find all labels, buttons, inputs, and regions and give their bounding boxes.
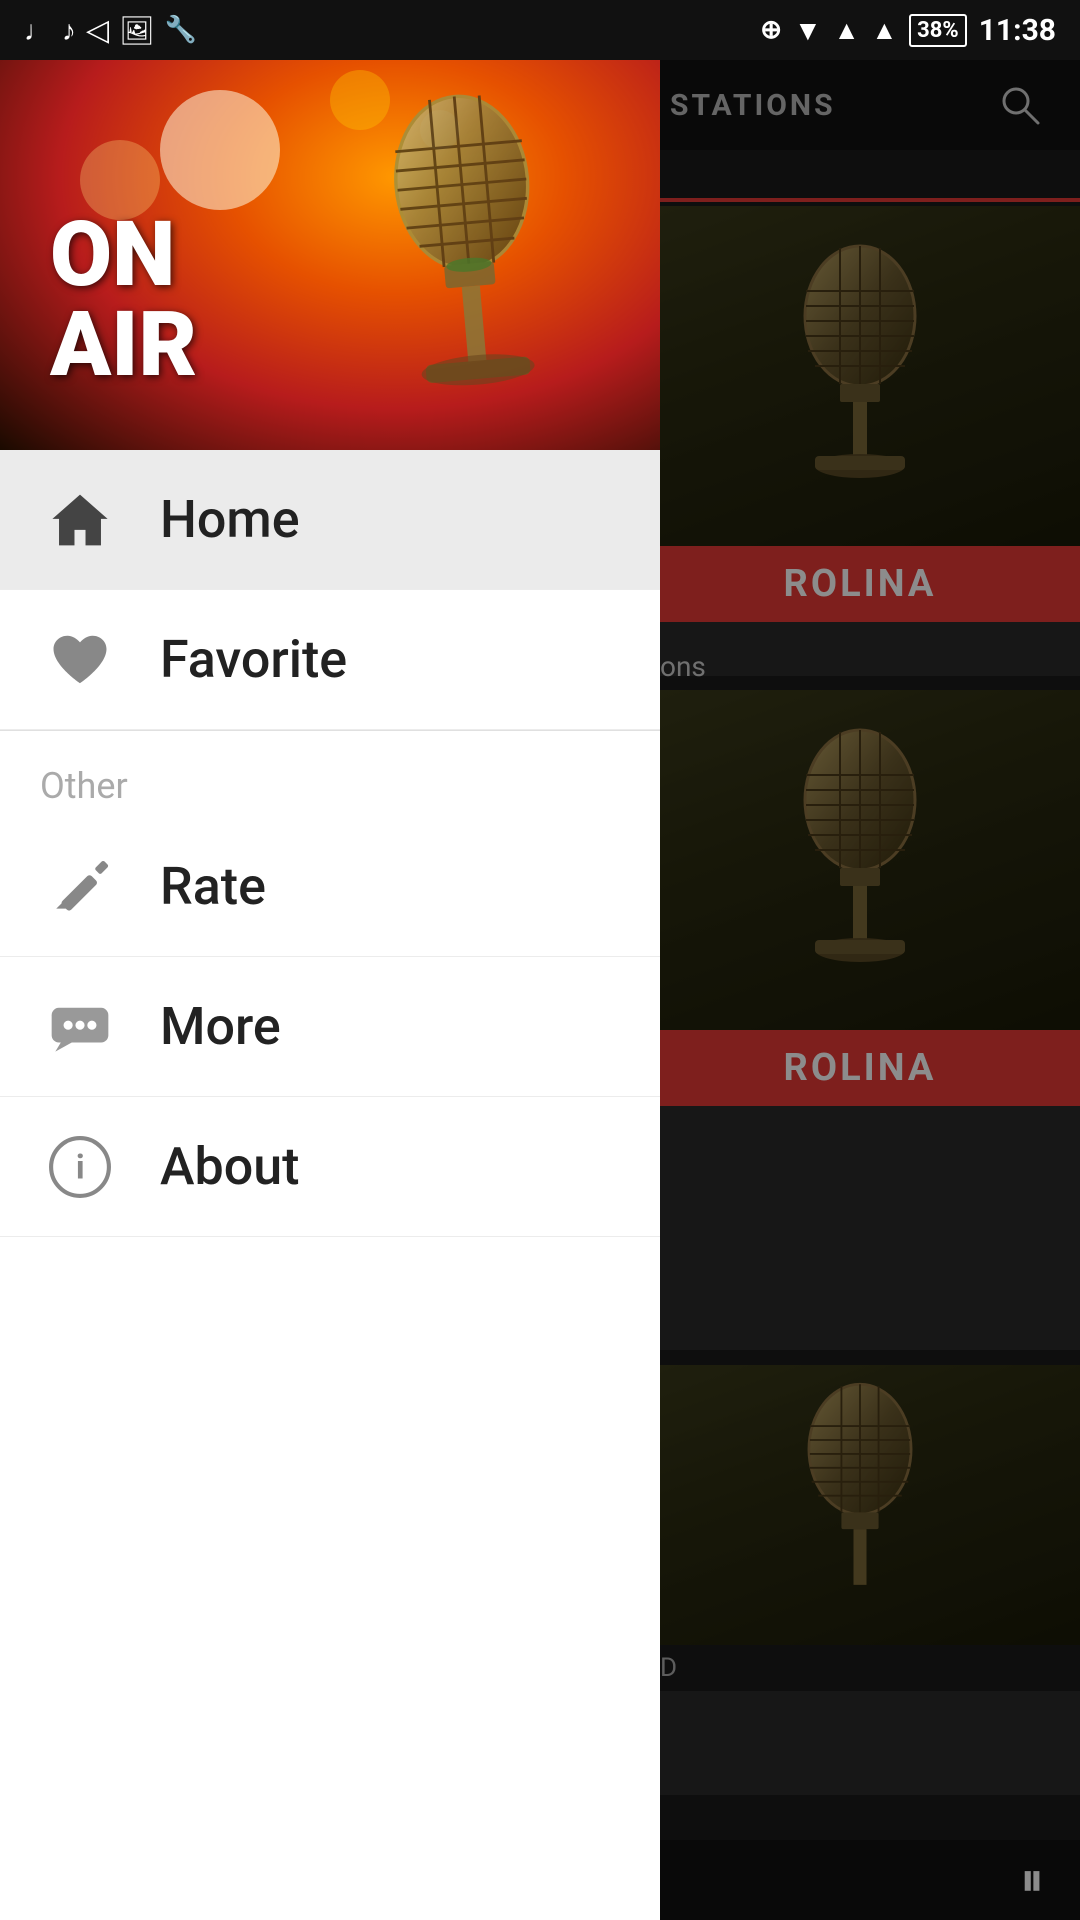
rate-icon	[40, 847, 120, 927]
clock: 11:38	[979, 13, 1056, 48]
menu-list: Home Favorite Other Ra	[0, 450, 660, 1920]
header-mic-svg	[323, 69, 612, 430]
heart-icon	[40, 620, 120, 700]
svg-text:i: i	[76, 1148, 85, 1187]
navigation-drawer: ONAIR Home Favorite Other	[0, 60, 660, 1920]
add-icon: ⊕	[760, 15, 782, 45]
battery-indicator: 38%	[909, 14, 967, 47]
rate-label: Rate	[160, 856, 266, 917]
menu-item-about[interactable]: i About	[0, 1097, 660, 1237]
signal-icon: ▲	[834, 15, 860, 46]
music-note-icon-2: ♪	[62, 14, 76, 47]
menu-item-favorite[interactable]: Favorite	[0, 590, 660, 730]
drawer-overlay[interactable]	[620, 60, 1080, 1920]
status-icons-left: ♩ ♪ ◁ 🖼 🔧	[24, 13, 197, 48]
signal-icon-2: ▲	[871, 15, 897, 46]
menu-item-more[interactable]: More	[0, 957, 660, 1097]
home-icon	[40, 480, 120, 560]
home-label: Home	[160, 489, 300, 550]
on-air-label: ONAIR	[50, 210, 197, 390]
status-bar: ♩ ♪ ◁ 🖼 🔧 ⊕ ▼ ▲ ▲ 38% 11:38	[0, 0, 1080, 60]
more-label: More	[160, 996, 281, 1057]
tool-icon: 🔧	[165, 15, 197, 45]
wifi-icon: ▼	[794, 14, 822, 47]
favorite-label: Favorite	[160, 629, 347, 690]
drawer-header-image: ONAIR	[0, 60, 660, 450]
music-note-icon: ♩	[24, 14, 52, 47]
bokeh-light-1	[160, 90, 280, 210]
menu-item-home[interactable]: Home	[0, 450, 660, 590]
about-icon: i	[40, 1127, 120, 1207]
back-icon: ◁	[86, 13, 109, 48]
other-section-label: Other	[0, 731, 660, 817]
more-icon	[40, 987, 120, 1067]
menu-item-rate[interactable]: Rate	[0, 817, 660, 957]
battery-level: 38%	[917, 18, 959, 43]
status-icons-right: ⊕ ▼ ▲ ▲ 38% 11:38	[760, 13, 1056, 48]
about-label: About	[160, 1136, 299, 1197]
drawer-mic-icon	[323, 69, 616, 450]
image-icon: 🖼	[119, 14, 155, 47]
